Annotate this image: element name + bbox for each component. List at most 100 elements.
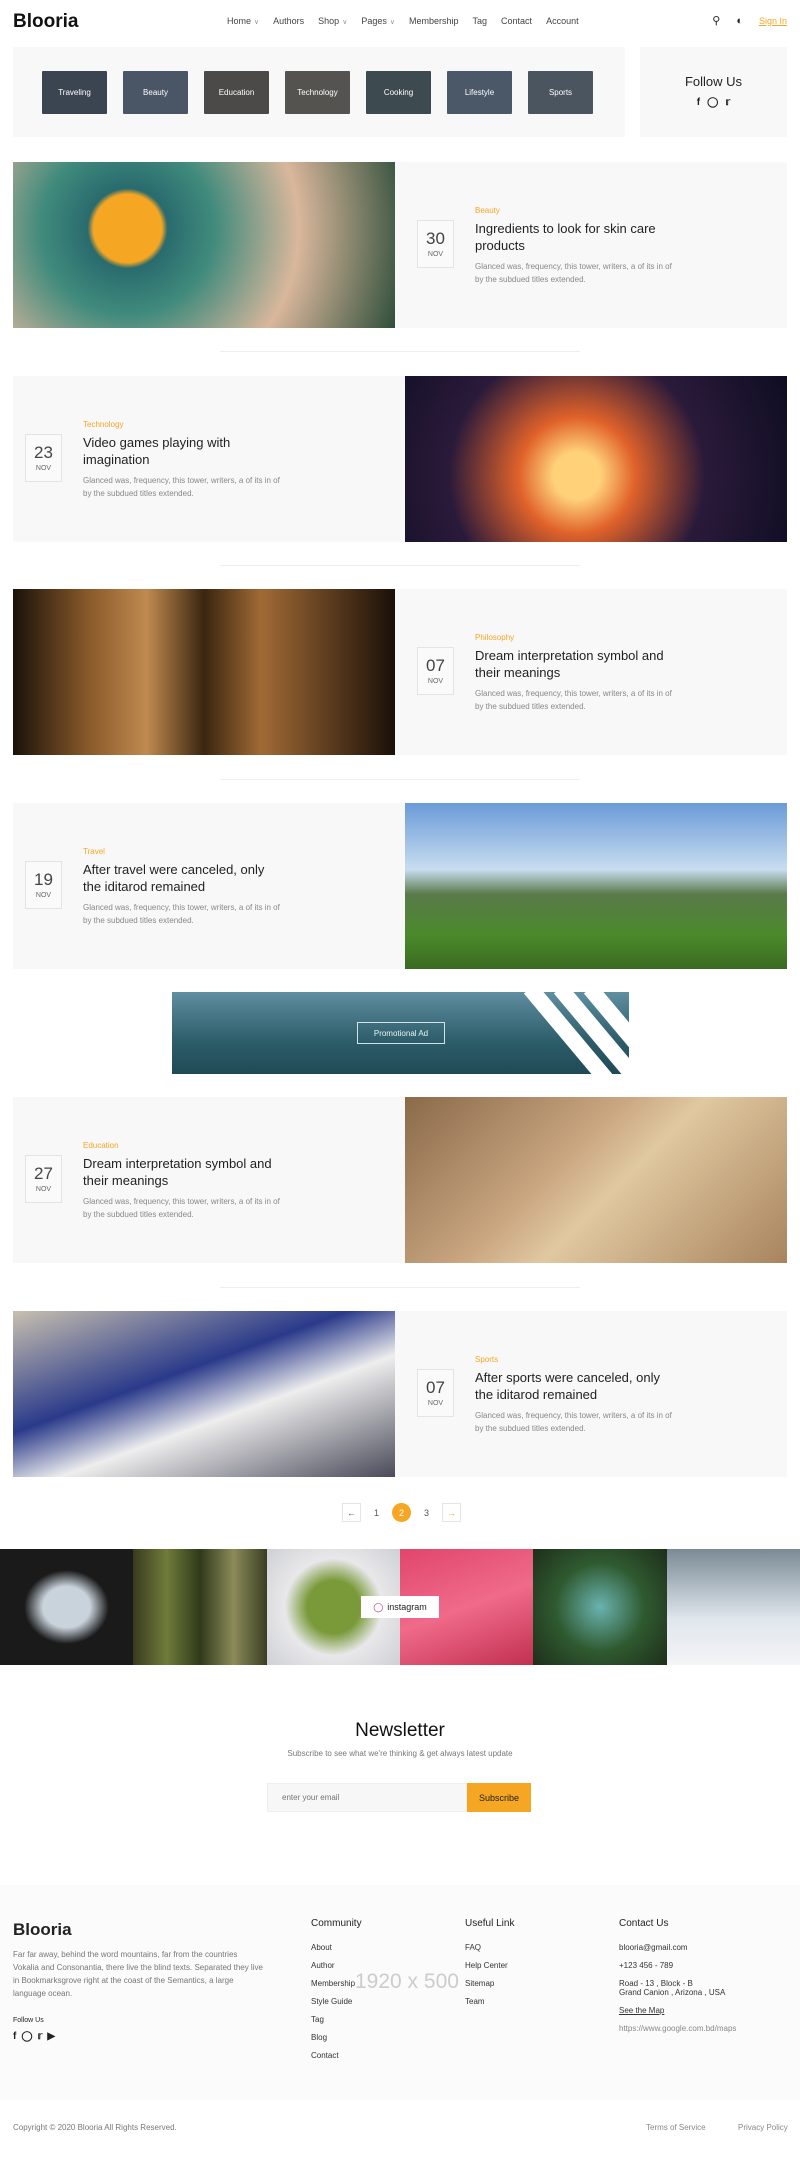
map-url[interactable]: https://www.google.com.bd/maps [619, 2024, 736, 2033]
post-card[interactable]: 27 NOV Education Dream interpretation symbo… [13, 1097, 787, 1263]
dark-mode-icon[interactable]: ◐ [736, 15, 743, 27]
next-page-button[interactable]: → [442, 1503, 461, 1522]
email-input[interactable] [267, 1783, 467, 1812]
post-title[interactable]: Video games playing with imagination [83, 434, 283, 468]
nav-item-pages[interactable]: Pages ∨ [361, 16, 395, 26]
post-category[interactable]: Philosophy [475, 633, 675, 642]
category-education[interactable]: Education [204, 71, 269, 114]
nav-label: Contact [501, 16, 533, 26]
footer-link[interactable]: Tag [311, 2015, 362, 2024]
post-image[interactable] [405, 1097, 787, 1263]
post-image[interactable] [405, 376, 787, 542]
subscribe-button[interactable]: Subscribe [467, 1783, 531, 1812]
footer-logo[interactable]: Blooria [13, 1920, 72, 1940]
footer-link[interactable]: Author [311, 1961, 362, 1970]
post-title[interactable]: After travel were canceled, only the idi… [83, 861, 283, 895]
insta-photo[interactable] [133, 1549, 267, 1665]
instagram-button[interactable]: ◯ instagram [361, 1596, 439, 1618]
divider [220, 1287, 580, 1288]
page-3[interactable]: 3 [417, 1503, 436, 1522]
column-title: Useful Link [465, 1918, 515, 1929]
instagram-icon[interactable]: ◯ [21, 2031, 32, 2042]
insta-photo[interactable] [666, 1549, 800, 1665]
post-title[interactable]: After sports were canceled, only the idi… [475, 1369, 675, 1403]
nav-label: Home [227, 16, 252, 26]
twitter-icon[interactable]: 𝕣 [38, 2031, 43, 2042]
post-image[interactable] [13, 162, 395, 328]
youtube-icon[interactable]: ▶ [47, 2031, 55, 2042]
post-title[interactable]: Ingredients to look for skin care produc… [475, 220, 675, 254]
contact-email[interactable]: blooria@gmail.com [619, 1943, 736, 1952]
date-month: NOV [35, 465, 52, 472]
divider [220, 565, 580, 566]
twitter-icon[interactable]: 𝕣 [725, 97, 730, 108]
see-map-link[interactable]: See the Map [619, 2006, 736, 2015]
post-title[interactable]: Dream interpretation symbol and their me… [83, 1155, 283, 1189]
privacy-link[interactable]: Privacy Policy [738, 2123, 788, 2132]
facebook-icon[interactable]: f [697, 97, 700, 108]
date-month: NOV [427, 251, 444, 258]
insta-photo[interactable] [0, 1549, 134, 1665]
post-category[interactable]: Travel [83, 847, 283, 856]
nav-label: Pages [361, 16, 387, 26]
promo-label[interactable]: Promotional Ad [357, 1022, 445, 1044]
post-card[interactable]: 07 NOV Sports After sports were canceled, o… [13, 1311, 787, 1477]
post-text: Travel After travel were canceled, only t… [83, 847, 283, 927]
post-card[interactable]: 07 NOV Philosophy Dream interpretation symb… [13, 589, 787, 755]
instagram-icon[interactable]: ◯ [707, 97, 718, 108]
date-month: NOV [427, 1400, 444, 1407]
post-category[interactable]: Education [83, 1141, 283, 1150]
category-beauty[interactable]: Beauty [123, 71, 188, 114]
nav-item-membership[interactable]: Membership [409, 16, 459, 26]
footer-link[interactable]: Membership [311, 1979, 362, 1988]
post-card[interactable]: 19 NOV Travel After travel were canceled, o… [13, 803, 787, 969]
post-card[interactable]: 30 NOV Beauty Ingredients to look for skin … [13, 162, 787, 328]
nav-item-tag[interactable]: Tag [473, 16, 488, 26]
footer-description: Far far away, behind the word mountains,… [13, 1950, 263, 1998]
insta-photo[interactable] [533, 1549, 667, 1665]
post-text: Sports After sports were canceled, only t… [475, 1355, 675, 1435]
pagination: ← 1 2 3 → [342, 1503, 461, 1522]
date-day: 23 [34, 443, 53, 462]
nav-item-home[interactable]: Home ∨ [227, 16, 259, 26]
category-traveling[interactable]: Traveling [42, 71, 107, 114]
nav-item-contact[interactable]: Contact [501, 16, 532, 26]
date-month: NOV [35, 892, 52, 899]
footer-link[interactable]: Sitemap [465, 1979, 514, 1988]
footer-link[interactable]: Blog [311, 2033, 362, 2042]
newsletter-title: Newsletter [355, 1720, 445, 1741]
sign-in-link[interactable]: Sign In [759, 16, 787, 26]
post-card[interactable]: 23 NOV Technology Video games playing with … [13, 376, 787, 542]
nav-item-shop[interactable]: Shop ∨ [318, 16, 347, 26]
date-day: 27 [34, 1164, 53, 1183]
footer-link[interactable]: Help Center [465, 1961, 514, 1970]
footer-link[interactable]: FAQ [465, 1943, 514, 1952]
post-image[interactable] [13, 1311, 395, 1477]
footer-link[interactable]: Contact [311, 2051, 362, 2060]
category-sports[interactable]: Sports [528, 71, 593, 114]
post-image[interactable] [405, 803, 787, 969]
useful-links-column: Useful Link FAQ Help Center Sitemap Team [465, 1918, 514, 2015]
prev-page-button[interactable]: ← [342, 1503, 361, 1522]
terms-link[interactable]: Terms of Service [646, 2123, 706, 2132]
footer-link[interactable]: Style Guide [311, 1997, 362, 2006]
promotional-ad[interactable]: Promotional Ad [172, 992, 629, 1074]
category-lifestyle[interactable]: Lifestyle [447, 71, 512, 114]
nav-item-authors[interactable]: Authors [273, 16, 304, 26]
category-cooking[interactable]: Cooking [366, 71, 431, 114]
footer-link[interactable]: About [311, 1943, 362, 1952]
post-category[interactable]: Technology [83, 420, 283, 429]
nav-item-account[interactable]: Account [546, 16, 579, 26]
category-technology[interactable]: Technology [285, 71, 350, 114]
contact-phone: +123 456 - 789 [619, 1961, 674, 1970]
post-category[interactable]: Beauty [475, 206, 675, 215]
search-icon[interactable]: ⚲ [712, 14, 720, 27]
post-title[interactable]: Dream interpretation symbol and their me… [475, 647, 675, 681]
post-category[interactable]: Sports [475, 1355, 675, 1364]
facebook-icon[interactable]: f [13, 2031, 16, 2042]
footer-link[interactable]: Team [465, 1997, 514, 2006]
logo[interactable]: Blooria [13, 11, 78, 33]
post-image[interactable] [13, 589, 395, 755]
page-1[interactable]: 1 [367, 1503, 386, 1522]
page-2[interactable]: 2 [392, 1503, 411, 1522]
